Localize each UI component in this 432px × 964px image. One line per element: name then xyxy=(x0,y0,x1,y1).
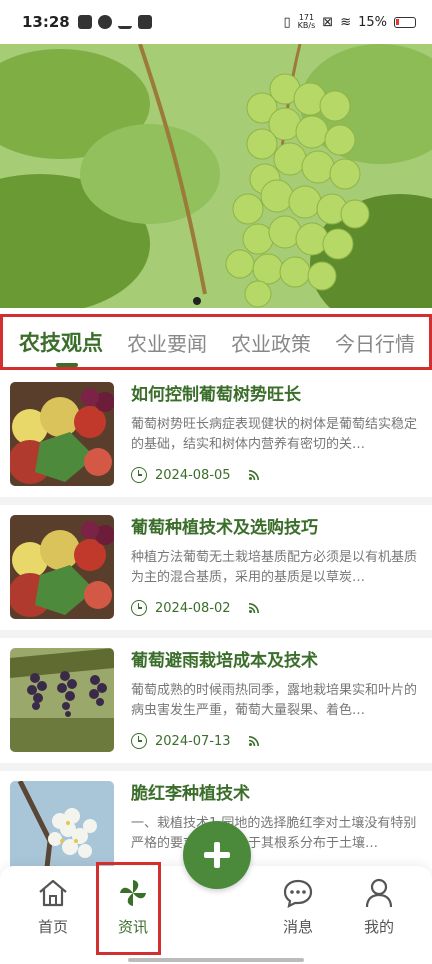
chat-icon xyxy=(281,876,315,910)
pinwheel-icon xyxy=(116,876,150,910)
article-title: 如何控制葡萄树势旺长 xyxy=(131,385,301,405)
banner-image xyxy=(0,44,432,308)
user-icon xyxy=(362,876,396,910)
banner-carousel[interactable] xyxy=(0,44,432,308)
article-item[interactable]: 如何控制葡萄树势旺长 葡萄树势旺长病症表现健状的树体是葡萄结实稳定的基础，结实和… xyxy=(0,372,432,505)
nav-news[interactable]: 资讯 xyxy=(103,876,163,937)
article-summary: 葡萄成熟的时候雨热同季，露地栽培果实和叶片的病虫害发生严重，葡萄大量裂果、着色… xyxy=(131,683,418,718)
tab-market-today[interactable]: 今日行情 xyxy=(323,328,427,357)
carousel-indicator[interactable] xyxy=(193,297,201,305)
rss-icon xyxy=(248,603,259,613)
article-item[interactable]: 葡萄种植技术及选购技巧 种植方法葡萄无土栽培基质配方必须是以有机基质为主的混合基… xyxy=(0,505,432,638)
battery-level: 15% xyxy=(358,14,387,30)
article-title: 葡萄避雨栽培成本及技术 xyxy=(131,651,318,671)
article-thumbnail xyxy=(10,648,114,752)
article-date: 2024-07-13 xyxy=(155,733,231,749)
tab-agri-policy[interactable]: 农业政策 xyxy=(219,328,323,357)
plus-icon xyxy=(204,842,230,868)
battery-icon xyxy=(394,16,416,28)
nav-news-label: 资讯 xyxy=(117,918,148,936)
crown-icon xyxy=(117,15,132,29)
tab-agri-news[interactable]: 农业要闻 xyxy=(115,328,219,357)
article-thumbnail xyxy=(10,382,114,486)
article-date: 2024-08-02 xyxy=(155,600,231,616)
article-item[interactable]: 葡萄避雨栽培成本及技术 葡萄成熟的时候雨热同季，露地栽培果实和叶片的病虫害发生严… xyxy=(0,638,432,771)
article-meta: 2024-07-13 xyxy=(131,733,420,749)
notification-icon xyxy=(97,15,112,29)
nav-messages-label: 消息 xyxy=(282,918,313,936)
article-title: 脆红李种植技术 xyxy=(131,784,250,804)
notification-icon xyxy=(77,15,92,29)
article-date: 2024-08-05 xyxy=(155,467,231,483)
clock-icon xyxy=(131,733,147,749)
net-speed: 171 KB/s xyxy=(297,13,316,30)
mail-icon xyxy=(137,15,152,29)
status-bar: 13:28 ▯ 171 KB/s ⊠ ≋ 15% xyxy=(0,0,432,44)
article-title: 葡萄种植技术及选购技巧 xyxy=(131,518,318,538)
article-thumbnail xyxy=(10,515,114,619)
article-meta: 2024-08-05 xyxy=(131,467,420,483)
article-summary: 种植方法葡萄无土栽培基质配方必须是以有机基质为主的混合基质，采用的基质是以草炭… xyxy=(131,550,418,585)
sim-icon: ⊠ xyxy=(322,14,334,30)
clock-icon xyxy=(131,600,147,616)
vibrate-icon: ▯ xyxy=(283,14,291,30)
tab-agri-tech[interactable]: 农技观点 xyxy=(3,327,115,367)
nav-messages[interactable]: 消息 xyxy=(268,876,328,937)
article-summary: 一、栽植技术1.园地的选择脆红李对土壤没有特别严格的要求，但是由于其根系分布于土… xyxy=(131,816,417,851)
rss-icon xyxy=(248,470,259,480)
gesture-bar[interactable] xyxy=(128,958,304,962)
category-tabs: 农技观点 农业要闻 农业政策 今日行情 xyxy=(0,314,432,370)
nav-home-label: 首页 xyxy=(37,918,68,936)
notification-icons xyxy=(77,15,152,29)
rss-icon xyxy=(248,736,259,746)
clock-icon xyxy=(131,467,147,483)
wifi-icon: ≋ xyxy=(340,14,352,30)
article-summary: 葡萄树势旺长病症表现健状的树体是葡萄结实稳定的基础，结实和树体内营养有密切的关… xyxy=(131,417,418,452)
home-icon xyxy=(36,876,70,910)
nav-home[interactable]: 首页 xyxy=(23,876,83,937)
nav-mine[interactable]: 我的 xyxy=(349,876,409,937)
article-meta: 2024-08-02 xyxy=(131,600,420,616)
status-time: 13:28 xyxy=(22,13,70,31)
nav-mine-label: 我的 xyxy=(363,918,394,936)
add-button[interactable] xyxy=(183,821,251,889)
